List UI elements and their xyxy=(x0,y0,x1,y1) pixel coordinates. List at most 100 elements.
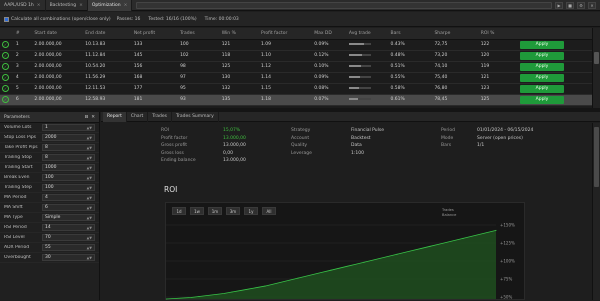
close-icon[interactable]: ✕ xyxy=(91,115,95,120)
legend-label: Balance xyxy=(442,213,457,217)
close-icon[interactable]: ✕ xyxy=(588,1,596,9)
apply-button[interactable]: Apply xyxy=(520,73,564,82)
apply-button[interactable]: Apply xyxy=(520,40,564,49)
parameter-row: Volume Lots 1 ▲▼ xyxy=(0,123,99,133)
data-point xyxy=(462,237,464,239)
apply-button[interactable]: Apply xyxy=(520,51,564,60)
run-button[interactable]: ▶ xyxy=(555,1,563,9)
parameter-value: 55 xyxy=(45,245,51,250)
column-header[interactable]: End date xyxy=(83,28,132,40)
column-header[interactable]: Start date xyxy=(32,28,84,40)
action-cell: Apply xyxy=(518,50,592,62)
y-tick-label: +50% xyxy=(500,295,512,300)
table-row[interactable]: ✓ 6 2.00.000,00 12.58.93 181 93 135 1.18 0.07% 0.… xyxy=(0,94,592,106)
parameter-row: MA Shift 6 ▲▼ xyxy=(0,203,99,213)
table-row[interactable]: ✓ 3 2.00.000,00 10.54.20 156 98 125 1.12 0.10% 0.… xyxy=(0,61,592,73)
report-tab-0[interactable]: Report xyxy=(103,111,127,122)
table-row[interactable]: ✓ 1 2.00.000,00 10.13.83 133 100 121 1.09 0.09% 0… xyxy=(0,39,592,51)
table-row[interactable]: ✓ 4 2.00.000,00 11.56.29 168 97 130 1.14 0.09% 0.… xyxy=(0,72,592,84)
instrument-select[interactable] xyxy=(136,1,552,9)
column-header[interactable]: Bars xyxy=(388,28,433,40)
close-icon[interactable]: × xyxy=(37,3,41,8)
column-header[interactable]: Profit factor xyxy=(259,28,313,40)
parameter-value-field[interactable]: 8 ▲▼ xyxy=(42,154,95,161)
parameter-value-field[interactable]: 100 ▲▼ xyxy=(42,174,95,181)
checkbox-icon[interactable] xyxy=(4,16,9,22)
report-tab-3[interactable]: Trades Summary xyxy=(172,111,219,122)
spinner-icon[interactable]: ▲▼ xyxy=(87,226,92,230)
spinner-icon[interactable]: ▲▼ xyxy=(87,166,92,170)
tab-0[interactable]: AAPL/USD 1h × xyxy=(0,0,46,11)
cell-roi: 121 xyxy=(478,72,518,84)
apply-button[interactable]: Apply xyxy=(520,95,564,104)
data-point xyxy=(264,285,266,287)
check-circle-icon: ✓ xyxy=(2,41,9,48)
scrollbar-thumb[interactable] xyxy=(594,127,599,187)
cell-trades: 97 xyxy=(178,72,220,84)
parameter-value-field[interactable]: 1000 ▲▼ xyxy=(42,164,95,171)
column-header[interactable]: # xyxy=(13,28,33,40)
close-icon[interactable]: × xyxy=(124,3,128,8)
parameter-value-field[interactable]: 8 ▲▼ xyxy=(42,144,95,151)
settings-button[interactable]: ⚙ xyxy=(577,1,585,9)
parameter-value-field[interactable]: 1 ▲▼ xyxy=(42,124,95,131)
spinner-icon[interactable]: ▲▼ xyxy=(87,186,92,190)
tab-1[interactable]: Backtesting × xyxy=(46,0,88,11)
spinner-icon[interactable]: ▲▼ xyxy=(87,176,92,180)
stat-label: Bars xyxy=(441,143,452,148)
spinner-icon[interactable]: ▲▼ xyxy=(87,146,92,150)
parameter-value-field[interactable]: Simple ▲▼ xyxy=(42,214,95,221)
parameter-value-field[interactable]: 2000 ▲▼ xyxy=(42,134,95,141)
parameter-value-field[interactable]: 6 ▲▼ xyxy=(42,204,95,211)
parameter-value-field[interactable]: 30 ▲▼ xyxy=(42,254,95,261)
parameter-row: RSI Period 14 ▲▼ xyxy=(0,223,99,233)
spinner-icon[interactable]: ▲▼ xyxy=(87,236,92,240)
cell-trades: 102 xyxy=(178,50,220,62)
column-header[interactable]: Sharpe xyxy=(432,28,479,40)
column-header[interactable]: ROI % xyxy=(478,28,518,40)
spinner-icon[interactable]: ▲▼ xyxy=(87,256,92,260)
parameter-value-field[interactable]: 4 ▲▼ xyxy=(42,194,95,201)
table-row[interactable]: ✓ 5 2.00.000,00 12.11.53 177 95 132 1.15 0.08% 0.… xyxy=(0,83,592,95)
pin-icon[interactable]: ⊟ xyxy=(84,115,88,120)
column-header[interactable]: Net profit xyxy=(131,28,179,40)
stop-button[interactable]: ■ xyxy=(566,1,574,9)
report-tab-1[interactable]: Chart xyxy=(127,111,149,122)
spinner-icon[interactable]: ▲▼ xyxy=(87,196,92,200)
parameter-value-field[interactable]: 100 ▲▼ xyxy=(42,184,95,191)
grid-scrollbar[interactable] xyxy=(592,28,600,108)
table-row[interactable]: ✓ 2 2.00.000,00 11.12.84 145 102 118 1.10 0.12% 0… xyxy=(0,50,592,62)
column-header[interactable]: Max DD xyxy=(312,28,347,40)
cell-profit: 133 xyxy=(131,39,179,51)
column-header[interactable] xyxy=(0,28,14,40)
parameter-value-field[interactable]: 55 ▲▼ xyxy=(42,244,95,251)
column-header[interactable]: Win % xyxy=(219,28,259,40)
spinner-icon[interactable]: ▲▼ xyxy=(87,156,92,160)
cell-dd: 0.07% xyxy=(312,94,347,106)
cell-n: 3 xyxy=(13,61,33,73)
spinner-icon[interactable]: ▲▼ xyxy=(87,126,92,130)
spinner-icon[interactable]: ▲▼ xyxy=(87,216,92,220)
report-tab-2[interactable]: Trades xyxy=(148,111,172,122)
spinner-icon[interactable]: ▲▼ xyxy=(87,246,92,250)
close-icon[interactable]: × xyxy=(79,3,83,8)
apply-button[interactable]: Apply xyxy=(520,84,564,93)
column-header[interactable]: Avg trade xyxy=(346,28,389,40)
column-header[interactable]: Trades xyxy=(178,28,220,40)
report-scrollbar[interactable] xyxy=(592,123,600,300)
cell-start: 2.00.000,00 xyxy=(32,50,84,62)
parameter-label: MA Type xyxy=(4,215,23,220)
parameter-value-field[interactable]: 70 ▲▼ xyxy=(42,234,95,241)
combinations-checkbox[interactable]: Calculate all combinations (open/close o… xyxy=(4,16,111,22)
spinner-icon[interactable]: ▲▼ xyxy=(87,206,92,210)
cell-end: 10.13.83 xyxy=(83,39,132,51)
apply-button[interactable]: Apply xyxy=(520,62,564,71)
column-header[interactable] xyxy=(518,28,592,40)
tab-2[interactable]: Optimization × xyxy=(87,0,133,11)
scrollbar-thumb[interactable] xyxy=(594,52,599,64)
bar-cell xyxy=(346,94,389,106)
spinner-icon[interactable]: ▲▼ xyxy=(87,136,92,140)
parameter-value-field[interactable]: 14 ▲▼ xyxy=(42,224,95,231)
cell-trades: 100 xyxy=(178,39,220,51)
stat-value: 13.000,00 xyxy=(223,143,246,148)
